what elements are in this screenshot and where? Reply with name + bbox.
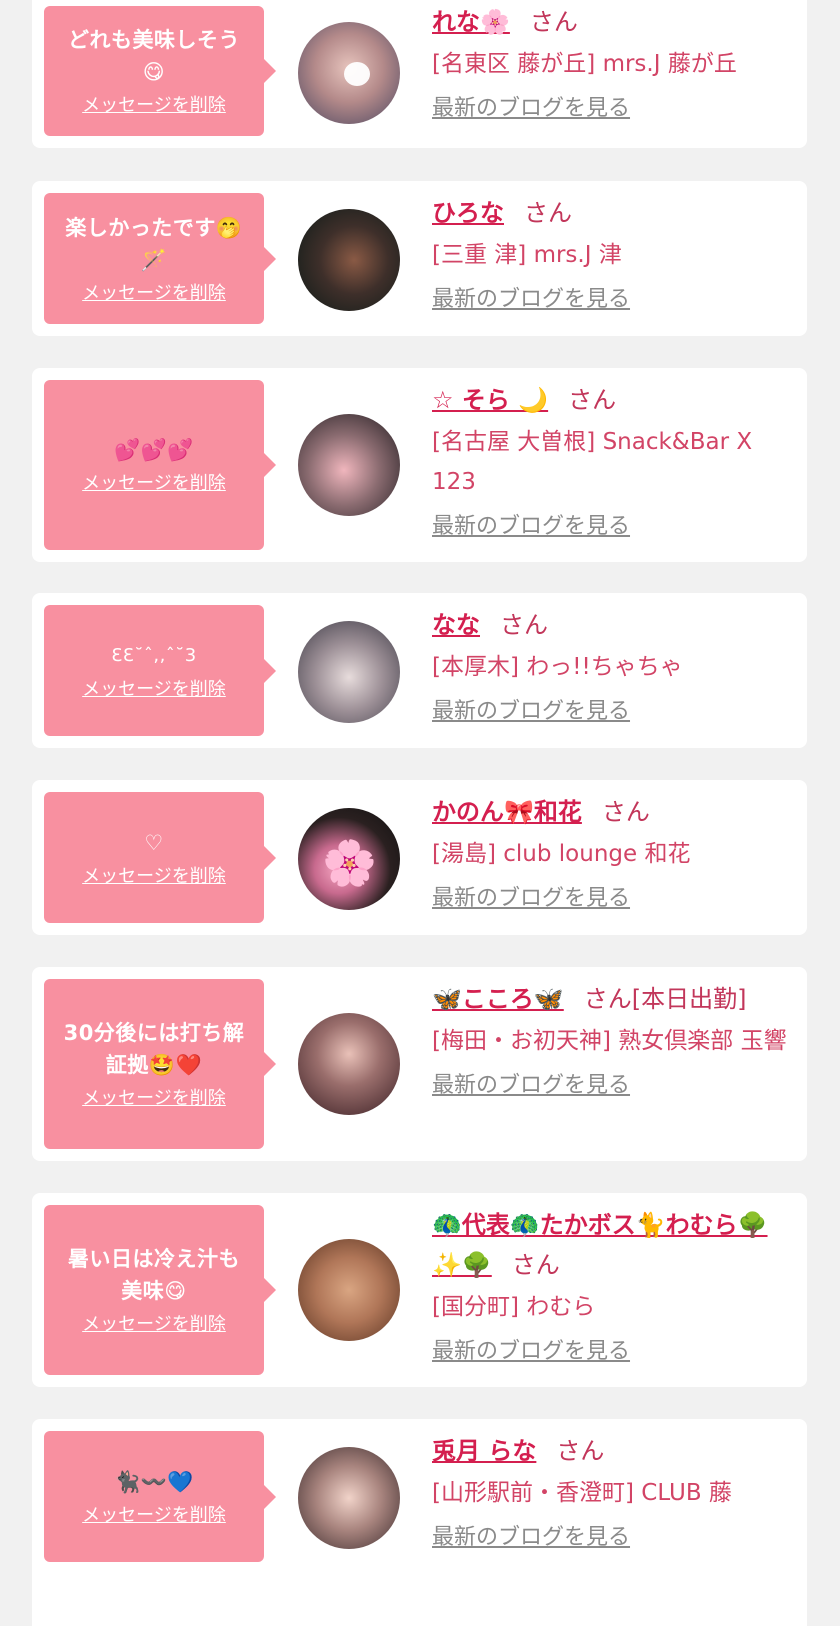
message-bubble: 💕💕💕 メッセージを削除: [44, 380, 276, 550]
avatar[interactable]: 🌸: [298, 808, 400, 910]
delete-message-link[interactable]: メッセージを削除: [82, 94, 226, 118]
message-bubble: ♡ メッセージを削除: [44, 792, 276, 923]
latest-blog-link[interactable]: 最新のブログを見る: [432, 94, 630, 124]
shop-label: [山形駅前・香澄町] CLUB 藤: [432, 1480, 732, 1506]
honorific-label: さん[本日出勤]: [583, 985, 747, 1013]
shop-label: [梅田・お初天神] 熟女倶楽部 玉響: [432, 1028, 787, 1054]
message-bubble: ƐƐ˘ˆ,,ˆ˘3 メッセージを削除: [44, 605, 276, 736]
profile-name-link[interactable]: ☆ そら 🌙: [432, 386, 548, 414]
latest-blog-link[interactable]: 最新のブログを見る: [432, 884, 630, 914]
avatar[interactable]: [298, 22, 400, 124]
avatar[interactable]: [298, 414, 400, 516]
profile-name-link[interactable]: れな🌸: [432, 8, 510, 36]
honorific-label: さん: [500, 611, 548, 639]
profile-name-link[interactable]: ひろな: [432, 199, 504, 227]
list-item: どれも美味しそう 😋 メッセージを削除 れな🌸 さん [名東区 藤が丘] mrs.…: [32, 0, 807, 148]
profile-name-link[interactable]: 🦚代表🦚たかボス🐈わむら🌳✨🌳: [432, 1211, 768, 1279]
list-item: ♡ メッセージを削除 🌸 かのん🎀和花 さん [湯島] club lounge 和…: [32, 780, 807, 935]
avatar[interactable]: [298, 1013, 400, 1115]
list-item: 30分後には打ち解 証拠🤩❤️ メッセージを削除 🦋こころ🦋 さん[本日出勤] […: [32, 967, 807, 1161]
honorific-label: さん: [511, 1251, 560, 1279]
message-text: ♡: [144, 830, 164, 855]
latest-blog-link[interactable]: 最新のブログを見る: [432, 697, 630, 727]
profile-info: かのん🎀和花 さん [湯島] club lounge 和花 最新のブログを見る: [432, 792, 792, 914]
honorific-label: さん: [556, 1437, 605, 1465]
honorific-label: さん: [601, 798, 650, 826]
profile-info: 🦋こころ🦋 さん[本日出勤] [梅田・お初天神] 熟女倶楽部 玉響 最新のブログを…: [432, 979, 792, 1101]
message-text: 30分後には打ち解 証拠🤩❤️: [63, 1021, 245, 1077]
profile-info: 🦚代表🦚たかボス🐈わむら🌳✨🌳 さん [国分町] わむら 最新のブログを見る: [432, 1205, 792, 1367]
list-item: 楽しかったです🤭 🪄 メッセージを削除 ひろな さん [三重 津] mrs.J 津…: [32, 181, 807, 336]
message-text: ƐƐ˘ˆ,,ˆ˘3: [111, 644, 197, 666]
shop-label: [三重 津] mrs.J 津: [432, 242, 622, 268]
avatar[interactable]: [298, 621, 400, 723]
list-item: 暑い日は冷え汁も 美味😋 メッセージを削除 🦚代表🦚たかボス🐈わむら🌳✨🌳 さん …: [32, 1193, 807, 1387]
shop-label: [名東区 藤が丘] mrs.J 藤が丘: [432, 51, 737, 77]
avatar-blur-icon: [344, 62, 370, 86]
honorific-label: さん: [529, 8, 578, 36]
latest-blog-link[interactable]: 最新のブログを見る: [432, 1523, 630, 1553]
message-text: どれも美味しそう 😋: [68, 28, 240, 84]
list-item: 🐈‍⬛〰️💙 メッセージを削除 兎月 らな さん [山形駅前・香澄町] CLUB …: [32, 1419, 807, 1626]
list-item: 💕💕💕 メッセージを削除 ☆ そら 🌙 さん [名古屋 大曽根] Snack&Ba…: [32, 368, 807, 562]
latest-blog-link[interactable]: 最新のブログを見る: [432, 285, 630, 315]
message-text: 💕💕💕: [114, 438, 194, 462]
profile-name-link[interactable]: なな: [432, 611, 480, 639]
shop-label: [名古屋 大曽根] Snack&Bar X 123: [432, 429, 753, 495]
profile-name-link[interactable]: かのん🎀和花: [432, 798, 582, 826]
profile-info: れな🌸 さん [名東区 藤が丘] mrs.J 藤が丘 最新のブログを見る: [432, 2, 792, 124]
delete-message-link[interactable]: メッセージを削除: [82, 1087, 226, 1111]
honorific-label: さん: [524, 199, 572, 227]
delete-message-link[interactable]: メッセージを削除: [82, 1504, 226, 1528]
latest-blog-link[interactable]: 最新のブログを見る: [432, 1337, 630, 1367]
profile-info: なな さん [本厚木] わっ!!ちゃちゃ 最新のブログを見る: [432, 605, 792, 727]
profile-name-link[interactable]: 兎月 らな: [432, 1437, 536, 1465]
shop-label: [湯島] club lounge 和花: [432, 841, 691, 867]
message-text: 楽しかったです🤭 🪄: [65, 215, 243, 272]
profile-info: 兎月 らな さん [山形駅前・香澄町] CLUB 藤 最新のブログを見る: [432, 1431, 792, 1553]
flower-icon: 🌸: [322, 838, 377, 889]
honorific-label: さん: [568, 386, 617, 414]
message-text: 🐈‍⬛〰️💙: [114, 1469, 194, 1494]
message-bubble: 楽しかったです🤭 🪄 メッセージを削除: [44, 193, 276, 324]
delete-message-link[interactable]: メッセージを削除: [82, 865, 226, 889]
delete-message-link[interactable]: メッセージを削除: [82, 282, 226, 306]
shop-label: [本厚木] わっ!!ちゃちゃ: [432, 654, 683, 680]
message-bubble: 30分後には打ち解 証拠🤩❤️ メッセージを削除: [44, 979, 276, 1149]
profile-name-link[interactable]: 🦋こころ🦋: [432, 985, 564, 1013]
delete-message-link[interactable]: メッセージを削除: [82, 472, 226, 496]
avatar[interactable]: [298, 209, 400, 311]
profile-info: ☆ そら 🌙 さん [名古屋 大曽根] Snack&Bar X 123 最新のブロ…: [432, 380, 792, 542]
message-bubble: 🐈‍⬛〰️💙 メッセージを削除: [44, 1431, 276, 1562]
message-bubble: 暑い日は冷え汁も 美味😋 メッセージを削除: [44, 1205, 276, 1375]
latest-blog-link[interactable]: 最新のブログを見る: [432, 512, 630, 542]
message-bubble: どれも美味しそう 😋 メッセージを削除: [44, 6, 276, 136]
list-item: ƐƐ˘ˆ,,ˆ˘3 メッセージを削除 なな さん [本厚木] わっ!!ちゃちゃ 最…: [32, 593, 807, 748]
avatar[interactable]: [298, 1239, 400, 1341]
profile-info: ひろな さん [三重 津] mrs.J 津 最新のブログを見る: [432, 193, 792, 315]
delete-message-link[interactable]: メッセージを削除: [82, 1313, 226, 1337]
avatar[interactable]: [298, 1447, 400, 1549]
shop-label: [国分町] わむら: [432, 1294, 596, 1320]
delete-message-link[interactable]: メッセージを削除: [82, 678, 226, 702]
message-text: 暑い日は冷え汁も 美味😋: [68, 1247, 240, 1303]
latest-blog-link[interactable]: 最新のブログを見る: [432, 1071, 630, 1101]
